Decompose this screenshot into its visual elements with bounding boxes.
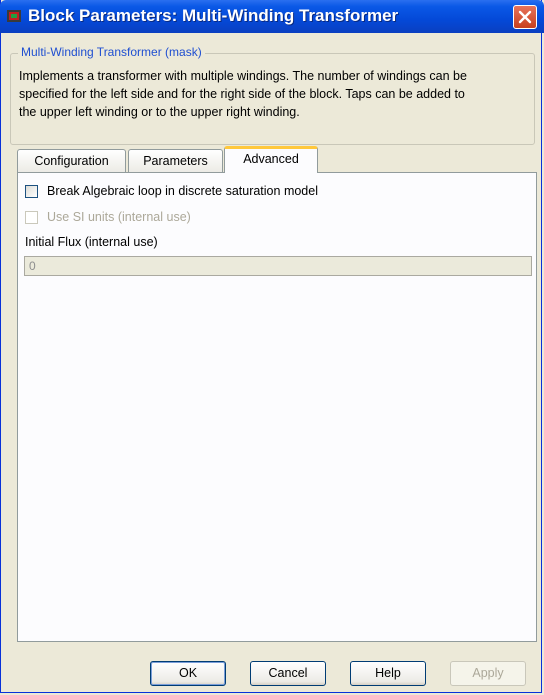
initial-flux-field: 0 [24, 256, 532, 276]
tab-configuration[interactable]: Configuration [17, 149, 126, 172]
initial-flux-label: Initial Flux (internal use) [25, 235, 158, 249]
break-loop-row[interactable]: Break Algebraic loop in discrete saturat… [25, 183, 318, 199]
tab-parameters[interactable]: Parameters [128, 149, 223, 172]
tab-strip: Configuration Parameters Advanced [17, 146, 537, 173]
simulink-block-icon [7, 10, 21, 22]
window-title: Block Parameters: Multi-Winding Transfor… [28, 6, 399, 25]
si-units-checkbox [25, 210, 38, 224]
break-loop-label: Break Algebraic loop in discrete saturat… [47, 184, 318, 198]
apply-button: Apply [450, 661, 526, 686]
si-units-row: Use SI units (internal use) [25, 209, 191, 225]
mask-group-title: Multi-Winding Transformer (mask) [18, 45, 205, 59]
mask-description: Implements a transformer with multiple w… [19, 67, 529, 121]
help-button[interactable]: Help [350, 661, 426, 686]
close-icon [518, 10, 532, 24]
title-bar[interactable]: Block Parameters: Multi-Winding Transfor… [0, 0, 544, 33]
si-units-label: Use SI units (internal use) [47, 210, 191, 224]
description-line: Implements a transformer with multiple w… [19, 69, 467, 83]
description-line: specified for the left side and for the … [19, 87, 465, 101]
tab-advanced[interactable]: Advanced [224, 146, 318, 173]
break-loop-checkbox[interactable] [25, 184, 38, 198]
cancel-button[interactable]: Cancel [250, 661, 326, 686]
ok-button[interactable]: OK [150, 661, 226, 686]
close-button[interactable] [513, 5, 537, 29]
description-line: the upper left winding or to the upper r… [19, 105, 300, 119]
